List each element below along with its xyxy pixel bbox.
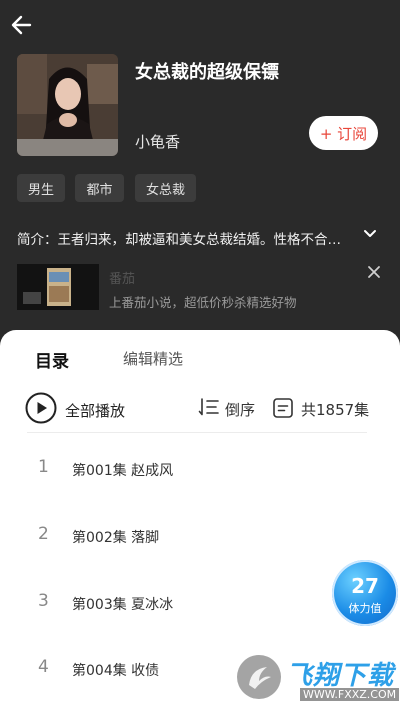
sort-order-label[interactable]: 倒序 <box>225 399 255 420</box>
arrow-left-icon <box>11 15 32 35</box>
back-button[interactable] <box>8 10 38 40</box>
expand-intro-button[interactable] <box>362 226 378 242</box>
watermark-url: WWW.FXXZ.COM <box>300 688 400 701</box>
subscribe-button[interactable]: + 订阅 <box>309 116 378 150</box>
stamina-value: 27 <box>351 574 379 598</box>
tag-category[interactable]: 都市 <box>75 174 124 202</box>
ad-image <box>17 264 99 310</box>
tab-editor-picks[interactable]: 编辑精选 <box>123 348 183 369</box>
stamina-button[interactable]: 27 体力值 <box>332 560 398 626</box>
episode-title: 第004集 收债 <box>72 663 160 679</box>
book-intro[interactable]: 简介：王者归来，却被逼和美女总裁结婚。性格不合… <box>17 228 363 248</box>
episode-number: 1 <box>38 457 49 477</box>
episode-title: 第003集 夏冰冰 <box>72 597 174 613</box>
catalog-sheet: 目录 编辑精选 全部播放 倒序 共1857集 1 第001集 赵成风 2 第00… <box>0 330 400 711</box>
episode-row[interactable]: 2 第002集 落脚 <box>0 524 400 554</box>
ad-title: 番茄 <box>109 272 136 287</box>
tag-theme[interactable]: 女总裁 <box>135 174 196 202</box>
divider <box>27 432 367 433</box>
episode-number: 3 <box>38 591 49 611</box>
close-icon <box>368 266 380 278</box>
tag-gender[interactable]: 男生 <box>17 174 65 202</box>
play-circle-icon <box>25 392 57 424</box>
episode-list-icon <box>272 397 294 419</box>
watermark-logo-icon <box>237 655 281 699</box>
close-ad-button[interactable] <box>366 264 382 280</box>
sort-descending-icon <box>198 398 219 416</box>
episode-row[interactable]: 1 第001集 赵成风 <box>0 457 400 487</box>
sort-order-button[interactable] <box>198 397 220 417</box>
play-all-button[interactable] <box>25 392 57 424</box>
tab-catalog[interactable]: 目录 <box>35 347 69 372</box>
episode-count[interactable]: 共1857集 <box>301 399 369 420</box>
episode-number: 2 <box>38 524 49 544</box>
book-cover-image <box>17 54 118 156</box>
episode-title: 第002集 落脚 <box>72 530 160 546</box>
book-author[interactable]: 小龟香 <box>135 131 180 152</box>
play-all-label[interactable]: 全部播放 <box>65 400 125 421</box>
episode-number: 4 <box>38 657 49 677</box>
book-title: 女总裁的超级保镖 <box>135 62 279 83</box>
ad-description: 上番茄小说，超低价秒杀精选好物 <box>109 295 297 310</box>
stamina-label: 体力值 <box>348 602 382 615</box>
episode-title: 第001集 赵成风 <box>72 463 174 479</box>
ad-banner[interactable]: 番茄 上番茄小说，超低价秒杀精选好物 <box>17 264 383 314</box>
chevron-down-icon <box>364 230 376 237</box>
watermark-brand: 飞翔下载 <box>286 661 395 691</box>
